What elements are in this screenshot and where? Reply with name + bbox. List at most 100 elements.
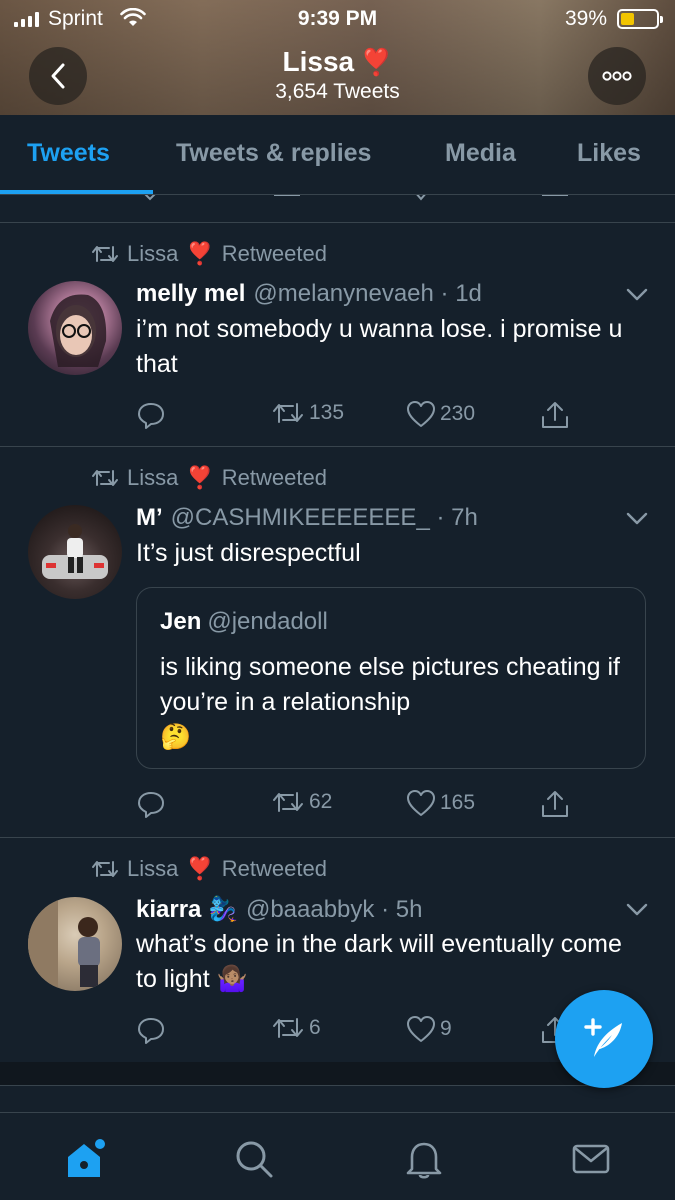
heart-emoji: ❣️ — [360, 47, 393, 77]
share-button[interactable] — [540, 789, 570, 819]
retweet-context: Lissa ❣️ Retweeted — [92, 465, 327, 491]
tweet-text-block: what’s done in the dark will eventually … — [136, 927, 636, 997]
reply-icon — [138, 403, 164, 429]
author-handle-time[interactable]: @CASHMIKEEEEEEE_ · 7h — [171, 504, 478, 531]
mail-icon — [572, 1144, 610, 1174]
more-icon — [602, 71, 632, 81]
tweet-count: 3,654 Tweets — [275, 80, 400, 103]
tab-likes[interactable]: Likes — [577, 139, 641, 168]
nav-home[interactable] — [60, 1135, 108, 1183]
retweet-label: Retweeted — [221, 465, 327, 490]
tweet-actions: 62 165 — [136, 789, 586, 819]
share-button[interactable] — [540, 400, 570, 430]
retweet-button[interactable]: 135 — [271, 400, 344, 426]
retweet-label: Retweeted — [221, 241, 327, 266]
retweet-icon — [274, 195, 300, 196]
retweeter-name[interactable]: Lissa — [127, 241, 178, 267]
tab-tweets[interactable]: Tweets — [27, 139, 110, 168]
tab-media[interactable]: Media — [445, 139, 516, 168]
profile-name-row: Lissa ❣️ — [0, 46, 675, 78]
active-tab-indicator — [0, 190, 153, 194]
chevron-down-icon[interactable] — [626, 288, 648, 302]
retweet-context: Lissa ❣️ Retweeted — [92, 241, 327, 267]
more-button[interactable] — [588, 47, 646, 105]
retweet-context: Lissa ❣️ Retweeted — [92, 856, 327, 882]
tweet-header: M’ @CASHMIKEEEEEEE_ · 7h — [136, 504, 478, 532]
author-name[interactable]: M’ — [136, 504, 163, 531]
genie-emoji: 🧞‍♀️ — [208, 896, 238, 923]
search-icon — [236, 1141, 273, 1178]
nav-search[interactable] — [230, 1135, 278, 1183]
home-icon — [68, 1139, 105, 1177]
shrug-emoji: 🤷🏽‍♀️ — [216, 965, 248, 993]
bell-icon — [406, 1142, 442, 1179]
quoted-author-handle: @jendadoll — [207, 608, 328, 635]
reply-icon — [138, 1018, 164, 1044]
heart-emoji: ❣️ — [186, 465, 214, 490]
author-handle-time[interactable]: @melanynevaeh · 1d — [253, 280, 482, 307]
like-count: 230 — [440, 402, 476, 425]
battery-level — [621, 13, 635, 25]
like-count: 165 — [440, 791, 476, 814]
tab-tweets-and-replies[interactable]: Tweets & replies — [176, 139, 371, 168]
author-handle-time[interactable]: @baaabbyk · 5h — [246, 896, 422, 923]
share-icon — [542, 402, 568, 428]
nav-notifications[interactable] — [400, 1135, 448, 1183]
chevron-down-icon[interactable] — [626, 512, 648, 526]
retweet-icon — [273, 792, 303, 812]
retweeter-name[interactable]: Lissa — [127, 465, 178, 491]
tweet-actions: 135 230 — [136, 400, 586, 430]
author-name[interactable]: kiarra — [136, 896, 201, 923]
share-icon — [542, 791, 568, 817]
quoted-author-name: Jen — [160, 608, 202, 635]
compose-tweet-button[interactable] — [555, 990, 653, 1088]
chevron-down-icon[interactable] — [626, 903, 648, 917]
retweet-icon — [273, 403, 303, 423]
retweet-icon — [92, 246, 118, 262]
retweeter-name[interactable]: Lissa — [127, 856, 178, 882]
heart-icon — [407, 401, 435, 427]
avatar[interactable] — [28, 281, 122, 375]
heart-icon — [416, 195, 426, 201]
next-tweet-partial — [0, 1087, 675, 1112]
heart-icon — [407, 790, 435, 816]
battery-percent: 39% — [565, 7, 608, 30]
quoted-tweet[interactable]: Jen @jendadoll is liking someone else pic… — [136, 587, 646, 769]
tweet-text: what’s done in the dark will eventually … — [136, 930, 622, 993]
tweet-text: It’s just disrespectful — [136, 539, 361, 567]
avatar-image — [50, 294, 107, 367]
like-count: 9 — [440, 1017, 452, 1040]
retweet-label: Retweeted — [221, 856, 327, 881]
share-icon — [542, 195, 568, 196]
profile-title: Lissa ❣️ 3,654 Tweets — [0, 46, 675, 104]
profile-name: Lissa — [282, 46, 355, 77]
heart-icon — [407, 1016, 435, 1042]
retweet-count: 135 — [309, 401, 345, 424]
avatar-image — [28, 897, 100, 991]
avatar[interactable] — [28, 505, 122, 599]
reply-icon — [138, 792, 164, 818]
heart-emoji: ❣️ — [186, 856, 214, 881]
quoted-tweet-text-block: is liking someone else pictures cheating… — [160, 650, 620, 755]
tweet-header: melly mel @melanynevaeh · 1d — [136, 280, 482, 308]
reply-button[interactable] — [136, 789, 170, 819]
tweet-item[interactable]: Lissa ❣️ Retweeted M’ @CASHMIKEEEEEEE_ · … — [0, 448, 675, 838]
avatar[interactable] — [28, 897, 122, 991]
like-button[interactable]: 165 — [406, 789, 475, 817]
reply-button[interactable] — [136, 400, 170, 430]
heart-emoji: ❣️ — [186, 241, 214, 266]
tweet-item[interactable]: Lissa ❣️ Retweeted melly mel @melanynevae… — [0, 224, 675, 447]
bottom-navigation — [0, 1112, 675, 1200]
retweet-icon — [92, 861, 118, 877]
reply-button[interactable] — [136, 1015, 170, 1045]
like-button[interactable]: 230 — [406, 400, 475, 428]
like-button[interactable]: 9 — [406, 1015, 452, 1043]
retweet-button[interactable]: 6 — [271, 1015, 321, 1041]
previous-tweet-actions — [0, 195, 675, 223]
tweet-header: kiarra 🧞‍♀️ @baaabbyk · 5h — [136, 895, 422, 924]
nav-messages[interactable] — [567, 1135, 615, 1183]
author-name[interactable]: melly mel — [136, 280, 245, 307]
compose-tweet-icon — [584, 1018, 622, 1057]
tweet-text: i’m not somebody u wanna lose. i promise… — [136, 315, 623, 378]
retweet-button[interactable]: 62 — [271, 789, 332, 815]
